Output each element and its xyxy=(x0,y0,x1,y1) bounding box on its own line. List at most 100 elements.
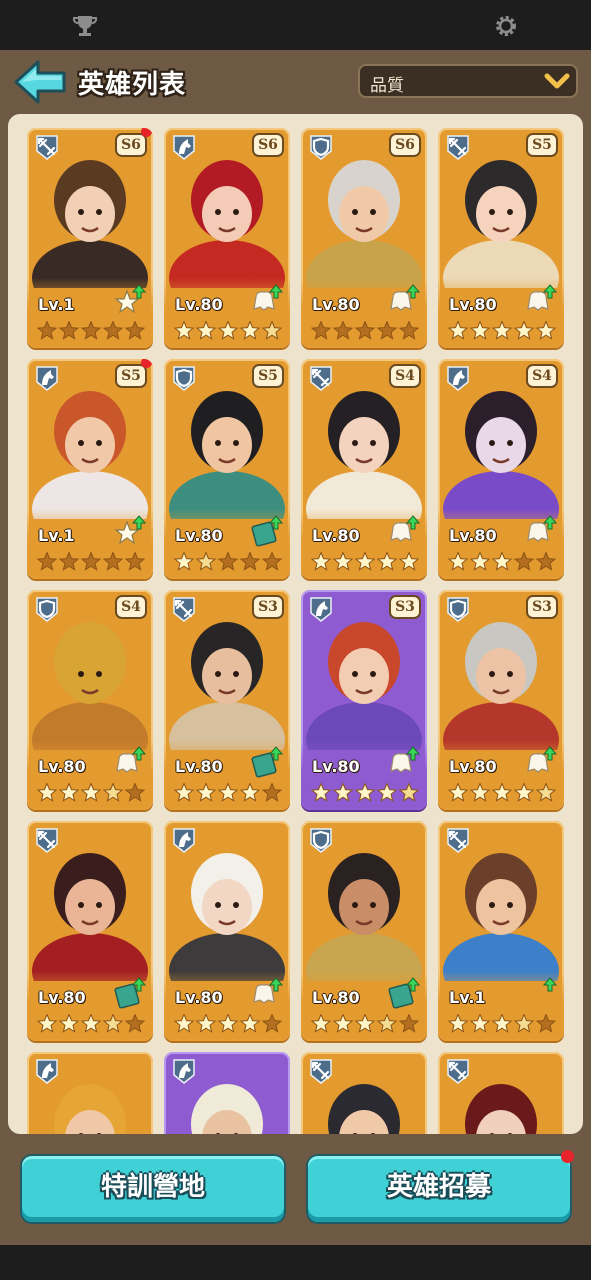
training-camp-label: 特訓營地 xyxy=(100,1172,205,1202)
cavalry-class-icon xyxy=(447,366,469,391)
star-rating xyxy=(447,552,557,571)
star xyxy=(332,321,354,340)
star xyxy=(173,321,195,340)
back-button[interactable] xyxy=(12,58,68,106)
hero-grid[interactable]: S6 Lv.1 S6 Lv.80 S6 Lv.80 S5 Lv.80 S5 Lv.1 S5 Lv.80… xyxy=(27,128,567,1134)
hero-card[interactable] xyxy=(438,1052,564,1134)
star xyxy=(513,1014,535,1033)
navigation-bar xyxy=(0,1245,591,1280)
star xyxy=(80,783,102,802)
star xyxy=(124,552,146,571)
recruit-label: 英雄招募 xyxy=(386,1172,491,1202)
shield-class-icon xyxy=(36,597,58,622)
gear-icon[interactable] xyxy=(493,13,519,39)
star xyxy=(332,783,354,802)
star xyxy=(376,783,398,802)
star xyxy=(376,321,398,340)
star xyxy=(58,321,80,340)
star xyxy=(58,1014,80,1033)
star xyxy=(310,552,332,571)
hero-card[interactable]: S6 Lv.1 xyxy=(27,128,153,348)
hero-card[interactable]: Lv.80 xyxy=(27,821,153,1041)
star-rating xyxy=(173,321,283,340)
star xyxy=(80,1014,102,1033)
cavalry-class-icon xyxy=(173,135,195,160)
star xyxy=(398,552,420,571)
star xyxy=(80,321,102,340)
star xyxy=(239,321,261,340)
hero-card[interactable]: S5 Lv.80 xyxy=(438,128,564,348)
cavalry-class-icon xyxy=(36,1059,58,1084)
hero-card[interactable]: S4 Lv.80 xyxy=(301,359,427,579)
rank-badge: S6 xyxy=(389,133,421,157)
hero-card[interactable]: S3 Lv.80 xyxy=(438,590,564,810)
star xyxy=(173,552,195,571)
star xyxy=(332,1014,354,1033)
star-rating xyxy=(447,321,557,340)
upgrade-item-icon xyxy=(390,284,420,311)
hero-card[interactable]: S5 Lv.80 xyxy=(164,359,290,579)
star xyxy=(513,552,535,571)
crossbow-class-icon xyxy=(447,135,469,160)
hero-card[interactable]: S6 Lv.80 xyxy=(301,128,427,348)
hero-card[interactable]: S4 Lv.80 xyxy=(27,590,153,810)
hero-level: Lv.80 xyxy=(175,295,223,314)
hero-level: Lv.80 xyxy=(312,988,360,1007)
star xyxy=(36,1014,58,1033)
hero-card[interactable] xyxy=(27,1052,153,1134)
hero-card[interactable]: S3 Lv.80 xyxy=(301,590,427,810)
star xyxy=(535,321,557,340)
upgrade-item-icon xyxy=(527,515,557,542)
star-rating xyxy=(173,783,283,802)
star xyxy=(195,321,217,340)
hero-card[interactable]: Lv.80 xyxy=(164,821,290,1041)
hero-card[interactable]: S5 Lv.1 xyxy=(27,359,153,579)
star xyxy=(354,321,376,340)
star xyxy=(354,783,376,802)
hero-card[interactable] xyxy=(301,1052,427,1134)
crossbow-class-icon xyxy=(447,1059,469,1084)
star xyxy=(102,783,124,802)
star xyxy=(447,783,469,802)
rank-badge: S4 xyxy=(526,364,558,388)
hero-card[interactable]: Lv.1 xyxy=(438,821,564,1041)
star xyxy=(398,1014,420,1033)
star xyxy=(102,552,124,571)
hero-level: Lv.80 xyxy=(449,757,497,776)
star xyxy=(469,1014,491,1033)
star xyxy=(447,552,469,571)
star xyxy=(513,783,535,802)
star-rating xyxy=(447,783,557,802)
shield-class-icon xyxy=(447,597,469,622)
hero-level: Lv.80 xyxy=(175,757,223,776)
hero-card[interactable] xyxy=(164,1052,290,1134)
crossbow-class-icon xyxy=(447,828,469,853)
star xyxy=(36,321,58,340)
star-rating xyxy=(310,321,420,340)
star xyxy=(491,1014,513,1033)
cavalry-class-icon xyxy=(173,828,195,853)
star xyxy=(58,552,80,571)
training-camp-button[interactable]: 特訓營地 xyxy=(22,1156,284,1222)
shield-class-icon xyxy=(310,828,332,853)
sort-dropdown[interactable]: 品質 xyxy=(358,64,578,98)
trophy-icon[interactable] xyxy=(72,13,98,39)
upgrade-item-icon xyxy=(542,977,557,992)
star xyxy=(398,783,420,802)
upgrade-item-icon xyxy=(390,515,420,542)
hero-card[interactable]: S3 Lv.80 xyxy=(164,590,290,810)
hero-card[interactable]: S4 Lv.80 xyxy=(438,359,564,579)
page-title: 英雄列表 xyxy=(78,70,187,100)
star xyxy=(491,321,513,340)
star-rating xyxy=(36,1014,146,1033)
star-rating xyxy=(36,321,146,340)
hero-card[interactable]: S6 Lv.80 xyxy=(164,128,290,348)
star-rating xyxy=(310,783,420,802)
hero-card[interactable]: Lv.80 xyxy=(301,821,427,1041)
recruit-button[interactable]: 英雄招募 xyxy=(308,1150,574,1222)
hero-level: Lv.80 xyxy=(449,295,497,314)
status-bar xyxy=(0,0,591,50)
star xyxy=(535,783,557,802)
star xyxy=(217,1014,239,1033)
star xyxy=(535,1014,557,1033)
